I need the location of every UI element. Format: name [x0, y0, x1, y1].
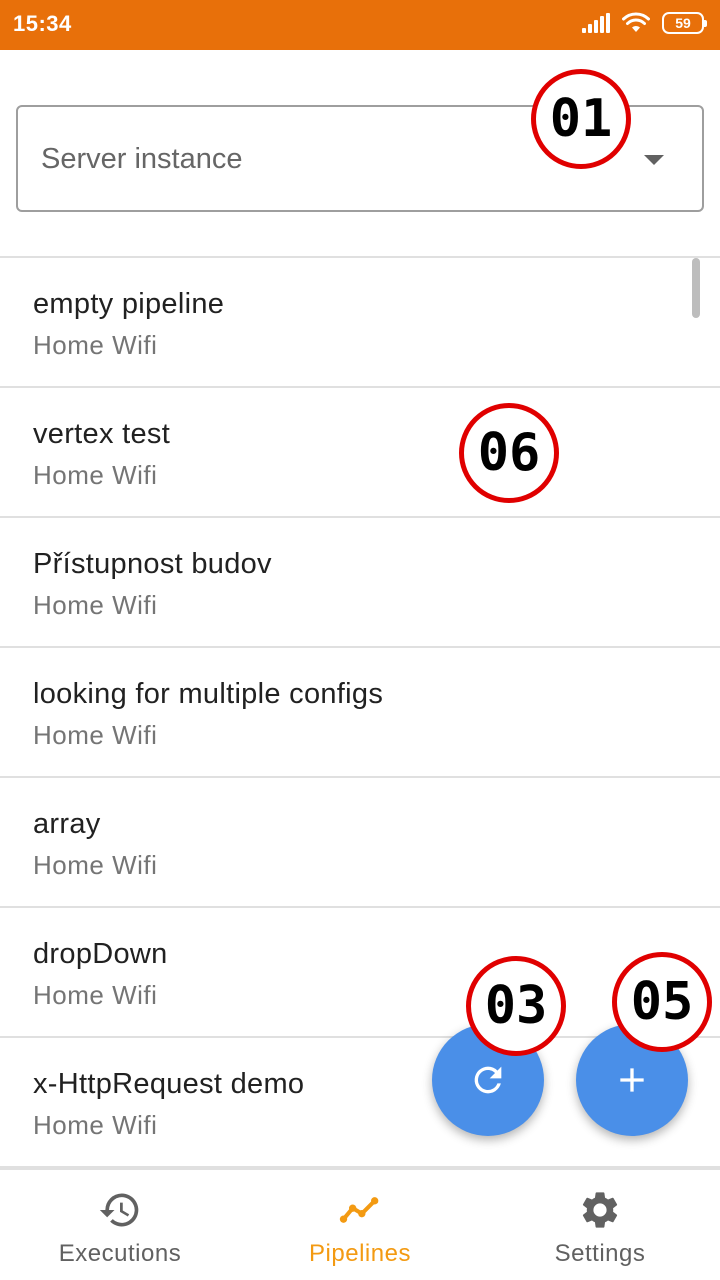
nav-item-pipelines[interactable]: Pipelines [240, 1170, 480, 1280]
pipeline-server: Home Wifi [33, 460, 158, 490]
list-item[interactable]: dropDown Home Wifi [0, 908, 720, 1038]
pipeline-server: Home Wifi [33, 1110, 158, 1140]
pipeline-name: Přístupnost budov [33, 548, 272, 580]
pipeline-name: array [33, 808, 101, 840]
annotation-marker: 01 [531, 69, 631, 169]
add-icon [620, 1068, 644, 1092]
list-item[interactable]: Přístupnost budov Home Wifi [0, 518, 720, 648]
annotation-marker: 05 [612, 952, 712, 1052]
pipeline-name: dropDown [33, 938, 168, 970]
battery-icon: 59 [662, 12, 707, 34]
status-icons: 59 [582, 12, 707, 34]
pipeline-name: looking for multiple configs [33, 678, 384, 710]
signal-icon [582, 13, 610, 33]
history-icon [99, 1193, 139, 1227]
wifi-icon [622, 12, 650, 32]
list-scrollbar[interactable] [692, 258, 700, 318]
annotation-marker: 03 [466, 956, 566, 1056]
list-item[interactable]: looking for multiple configs Home Wifi [0, 648, 720, 778]
battery-level: 59 [675, 15, 691, 31]
pipeline-name: empty pipeline [33, 288, 225, 320]
nav-item-executions[interactable]: Executions [0, 1170, 240, 1280]
bottom-navigation: Executions Pipelines Settings [0, 1168, 720, 1280]
nav-label: Executions [58, 1240, 182, 1267]
nav-label: Settings [554, 1240, 646, 1267]
pipeline-chart-icon [339, 1197, 379, 1223]
list-item[interactable]: empty pipeline Home Wifi [0, 258, 720, 388]
dropdown-arrow-icon [644, 155, 664, 165]
annotation-marker: 06 [459, 403, 559, 503]
status-bar: 15:34 59 [0, 0, 720, 50]
gear-icon [582, 1192, 618, 1228]
nav-item-settings[interactable]: Settings [480, 1170, 720, 1280]
status-time: 15:34 [13, 11, 72, 36]
pipeline-server: Home Wifi [33, 850, 158, 880]
nav-label: Pipelines [309, 1240, 411, 1267]
list-item[interactable]: vertex test Home Wifi [0, 388, 720, 518]
refresh-icon [474, 1066, 502, 1094]
pipeline-server: Home Wifi [33, 330, 158, 360]
list-item[interactable]: array Home Wifi [0, 778, 720, 908]
pipeline-name: vertex test [33, 418, 171, 450]
pipeline-server: Home Wifi [33, 720, 158, 750]
pipeline-server: Home Wifi [33, 590, 158, 620]
pipeline-name: x-HttpRequest demo [33, 1068, 305, 1100]
server-instance-placeholder: Server instance [41, 143, 243, 175]
pipeline-server: Home Wifi [33, 980, 158, 1010]
